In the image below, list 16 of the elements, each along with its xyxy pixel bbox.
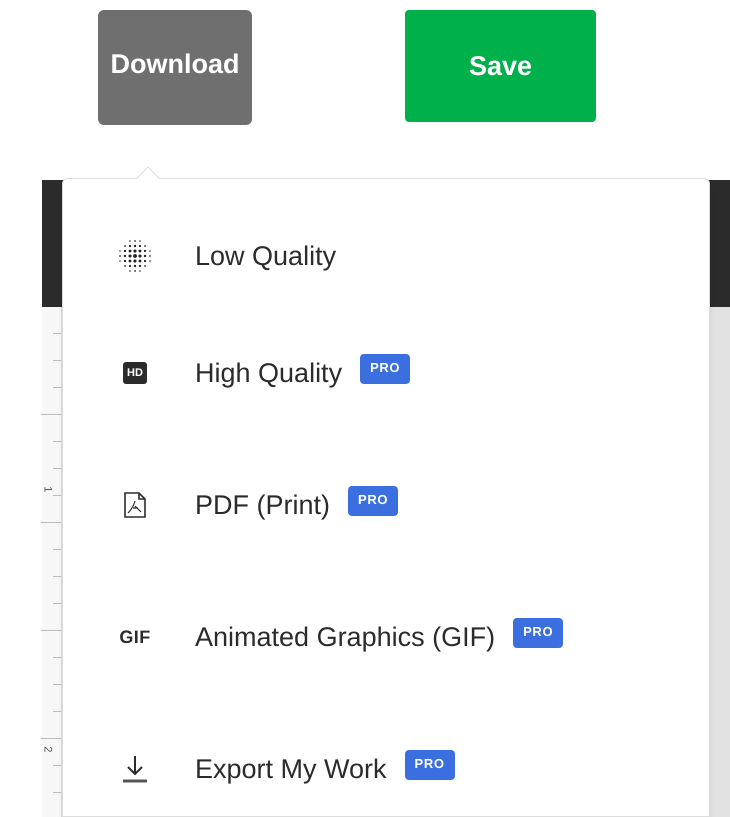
menu-item[interactable]: Low Quality [195, 236, 336, 276]
ruler-number: 2 [40, 746, 54, 752]
hd-icon: HD [123, 362, 147, 384]
pro-badge: PRO [348, 486, 398, 516]
pdf-file-icon [124, 492, 146, 518]
pro-badge: PRO [513, 618, 564, 648]
download-icon [123, 755, 147, 783]
pro-badge: PRO [360, 354, 410, 384]
menu-item[interactable]: Animated Graphics (GIF) [195, 616, 496, 658]
ruler-number: 1 [40, 486, 54, 492]
menu-item[interactable]: Export My Work [195, 748, 387, 790]
menu-item[interactable]: High Quality [195, 352, 342, 394]
pro-badge: PRO [404, 750, 455, 780]
menu-item[interactable]: PDF (Print) [195, 484, 330, 526]
gif-icon: GIF [119, 624, 151, 650]
download-button[interactable]: Download [98, 10, 252, 125]
